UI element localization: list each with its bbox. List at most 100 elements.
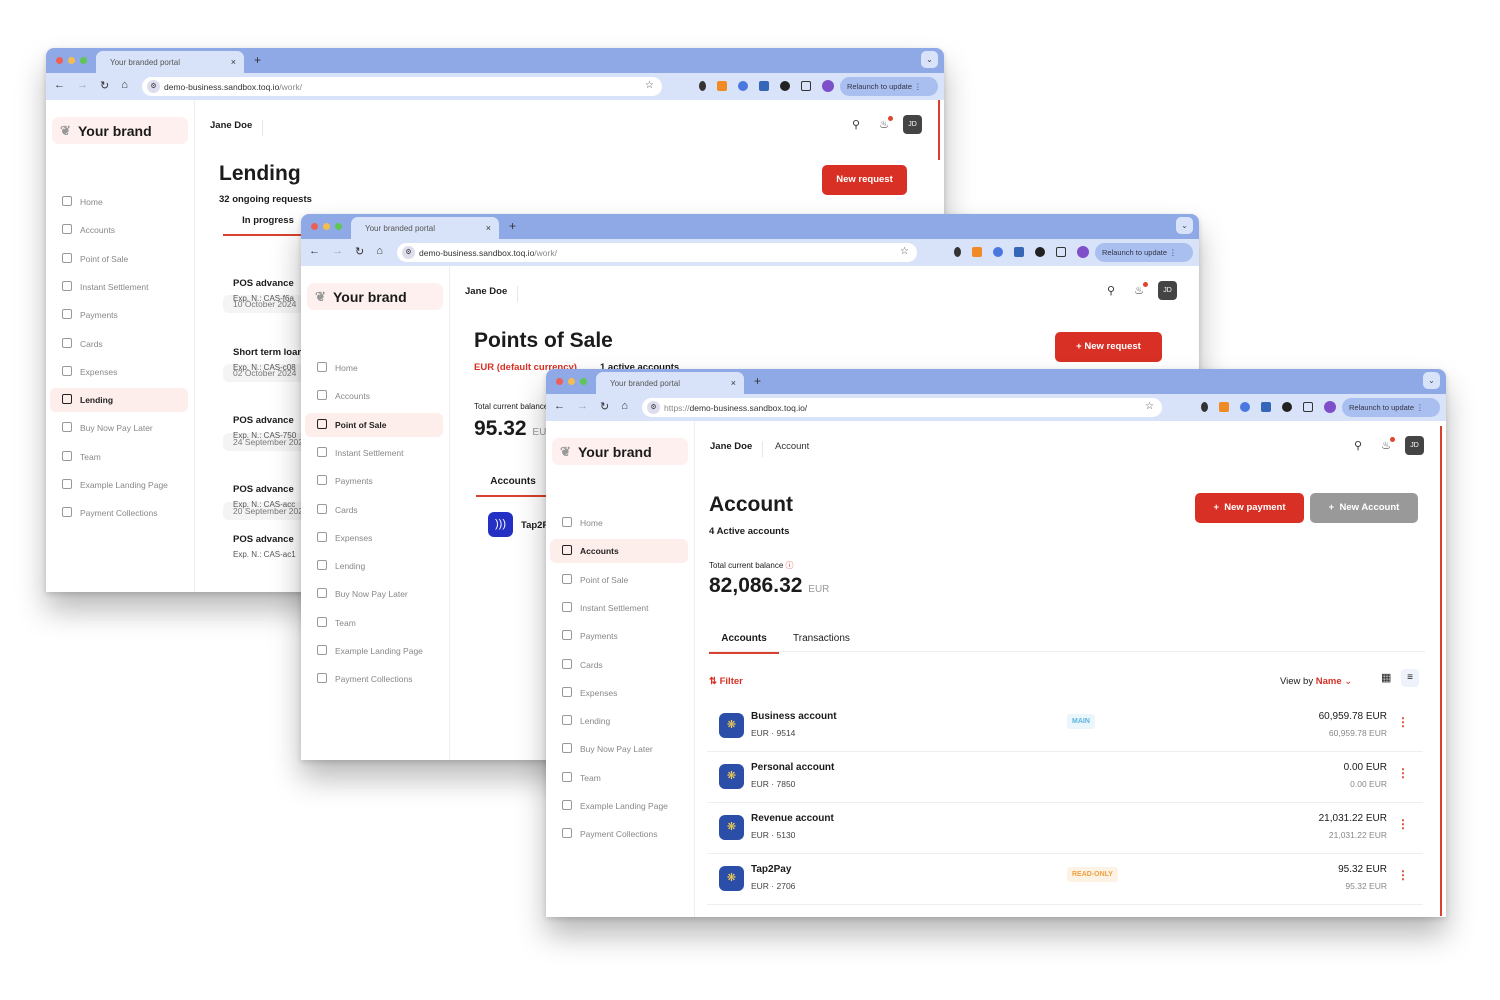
- profile-avatar[interactable]: [1077, 246, 1089, 258]
- new-account-button[interactable]: + New Account: [1310, 493, 1418, 523]
- sidebar-item-example-landing-page[interactable]: Example Landing Page: [50, 473, 188, 497]
- lending-request-title[interactable]: POS advance: [233, 484, 294, 495]
- sidebar-item-expenses[interactable]: Expenses: [550, 681, 688, 705]
- breadcrumb[interactable]: Account: [775, 441, 809, 452]
- sidebar-item-lending[interactable]: Lending: [550, 709, 688, 733]
- brand-logo[interactable]: ❦ Your brand: [307, 283, 443, 310]
- sidebar-item-buy-now-pay-later[interactable]: Buy Now Pay Later: [305, 582, 443, 606]
- site-info-icon[interactable]: ⚙: [402, 246, 415, 259]
- extension-shield-icon[interactable]: [780, 81, 790, 91]
- home-icon[interactable]: ⌂: [376, 245, 383, 258]
- new-tab-button[interactable]: +: [254, 53, 261, 67]
- sidebar-item-team[interactable]: Team: [50, 445, 188, 469]
- address-bar[interactable]: ⚙ demo-business.sandbox.toq.io/work/☆: [397, 243, 917, 262]
- extension-grid-icon[interactable]: [759, 81, 769, 91]
- list-view-icon[interactable]: ≡: [1401, 669, 1419, 687]
- tab-search-chevron-icon[interactable]: ⌄: [1176, 217, 1193, 234]
- avatar[interactable]: JD: [1158, 281, 1177, 300]
- reload-icon[interactable]: ↻: [100, 79, 109, 92]
- bell-icon[interactable]: ♨: [1130, 281, 1148, 300]
- site-info-icon[interactable]: ⚙: [647, 401, 660, 414]
- close-tab-icon[interactable]: ×: [731, 378, 736, 388]
- back-icon[interactable]: ←: [54, 79, 65, 92]
- sidebar-item-lending[interactable]: Lending: [50, 388, 188, 413]
- new-payment-button[interactable]: + New payment: [1195, 493, 1304, 523]
- sidebar-item-accounts[interactable]: Accounts: [550, 539, 688, 564]
- sidebar-item-expenses[interactable]: Expenses: [305, 526, 443, 550]
- lending-request-title[interactable]: Short term loan: [233, 347, 303, 358]
- lending-request-title[interactable]: POS advance: [233, 278, 294, 289]
- home-icon[interactable]: ⌂: [621, 400, 628, 413]
- new-tab-button[interactable]: +: [509, 219, 516, 233]
- new-tab-button[interactable]: +: [754, 374, 761, 388]
- home-icon[interactable]: ⌂: [121, 79, 128, 92]
- avatar[interactable]: JD: [1405, 436, 1424, 455]
- close-tab-icon[interactable]: ×: [231, 57, 236, 67]
- sidebar-item-payment-collections[interactable]: Payment Collections: [550, 822, 688, 846]
- brand-logo[interactable]: ❦ Your brand: [552, 438, 688, 465]
- sidebar-item-instant-settlement[interactable]: Instant Settlement: [50, 275, 188, 299]
- sidebar-item-team[interactable]: Team: [305, 611, 443, 635]
- extensions-puzzle-icon[interactable]: [801, 81, 811, 91]
- sidebar-item-home[interactable]: Home: [305, 356, 443, 380]
- sidebar-item-lending[interactable]: Lending: [305, 554, 443, 578]
- sidebar-item-cards[interactable]: Cards: [305, 498, 443, 522]
- new-request-button[interactable]: + New request: [1055, 332, 1162, 362]
- forward-icon[interactable]: →: [332, 245, 343, 258]
- extension-shield-icon[interactable]: [1035, 247, 1045, 257]
- browser-tab[interactable]: Your branded portal ×: [351, 217, 499, 239]
- address-bar[interactable]: ⚙ demo-business.sandbox.toq.io/work/☆: [142, 77, 662, 96]
- extension-a-icon[interactable]: [972, 247, 982, 257]
- view-by-select[interactable]: View by Name ⌄: [1280, 676, 1352, 687]
- lending-request-title[interactable]: POS advance: [233, 415, 294, 426]
- window-controls[interactable]: [56, 57, 87, 64]
- sidebar-item-accounts[interactable]: Accounts: [50, 218, 188, 242]
- sidebar-item-cards[interactable]: Cards: [550, 653, 688, 677]
- window-controls[interactable]: [556, 378, 587, 385]
- grid-view-icon[interactable]: ▦: [1381, 671, 1391, 684]
- sidebar-item-team[interactable]: Team: [550, 766, 688, 790]
- extensions-puzzle-icon[interactable]: [1056, 247, 1066, 257]
- extension-grid-icon[interactable]: [1261, 402, 1271, 412]
- extension-grid-icon[interactable]: [1014, 247, 1024, 257]
- sidebar-item-point-of-sale[interactable]: Point of Sale: [550, 568, 688, 592]
- scrollbar[interactable]: [938, 100, 940, 160]
- window-controls[interactable]: [311, 223, 342, 230]
- tab-search-chevron-icon[interactable]: ⌄: [921, 51, 938, 68]
- sidebar-item-home[interactable]: Home: [550, 511, 688, 535]
- user-name[interactable]: Jane Doe: [465, 286, 519, 302]
- search-icon[interactable]: ⚲: [1349, 437, 1367, 455]
- filter-button[interactable]: ⇅ Filter: [709, 676, 743, 687]
- sidebar-item-expenses[interactable]: Expenses: [50, 360, 188, 384]
- extension-shield-icon[interactable]: [1282, 402, 1292, 412]
- browser-tab[interactable]: Your branded portal ×: [96, 51, 244, 73]
- forward-icon[interactable]: →: [77, 79, 88, 92]
- sidebar-item-example-landing-page[interactable]: Example Landing Page: [550, 794, 688, 818]
- site-info-icon[interactable]: ⚙: [147, 80, 160, 93]
- user-name[interactable]: Jane Doe: [210, 120, 264, 136]
- tab-search-chevron-icon[interactable]: ⌄: [1423, 372, 1440, 389]
- sidebar-item-instant-settlement[interactable]: Instant Settlement: [305, 441, 443, 465]
- new-request-button[interactable]: New request: [822, 165, 907, 195]
- account-row[interactable]: ❋ Tap2Pay EUR · 2706 READ-ONLY 95.32 EUR…: [707, 854, 1423, 905]
- extensions-puzzle-icon[interactable]: [1303, 402, 1313, 412]
- profile-avatar[interactable]: [822, 80, 834, 92]
- bookmark-star-icon[interactable]: ☆: [645, 80, 654, 91]
- relaunch-button[interactable]: Relaunch to update ⋮: [840, 77, 938, 96]
- account-row[interactable]: ❋ Business account EUR · 9514 MAIN 60,95…: [707, 701, 1423, 752]
- address-bar[interactable]: ⚙ https://demo-business.sandbox.toq.io/☆: [642, 398, 1162, 417]
- sidebar-item-point-of-sale[interactable]: Point of Sale: [50, 247, 188, 271]
- sidebar-item-payment-collections[interactable]: Payment Collections: [305, 667, 443, 691]
- back-icon[interactable]: ←: [554, 400, 565, 413]
- extension-tag-icon[interactable]: [993, 247, 1003, 257]
- extension-pen-icon[interactable]: [1201, 402, 1208, 412]
- avatar[interactable]: JD: [903, 115, 922, 134]
- reload-icon[interactable]: ↻: [355, 245, 364, 258]
- lending-request-title[interactable]: POS advance: [233, 534, 294, 545]
- bookmark-star-icon[interactable]: ☆: [1145, 401, 1154, 412]
- bookmark-star-icon[interactable]: ☆: [900, 246, 909, 257]
- tab-accounts[interactable]: Accounts: [709, 633, 779, 654]
- sidebar-item-payments[interactable]: Payments: [50, 303, 188, 327]
- extension-a-icon[interactable]: [1219, 402, 1229, 412]
- sidebar-item-payment-collections[interactable]: Payment Collections: [50, 501, 188, 525]
